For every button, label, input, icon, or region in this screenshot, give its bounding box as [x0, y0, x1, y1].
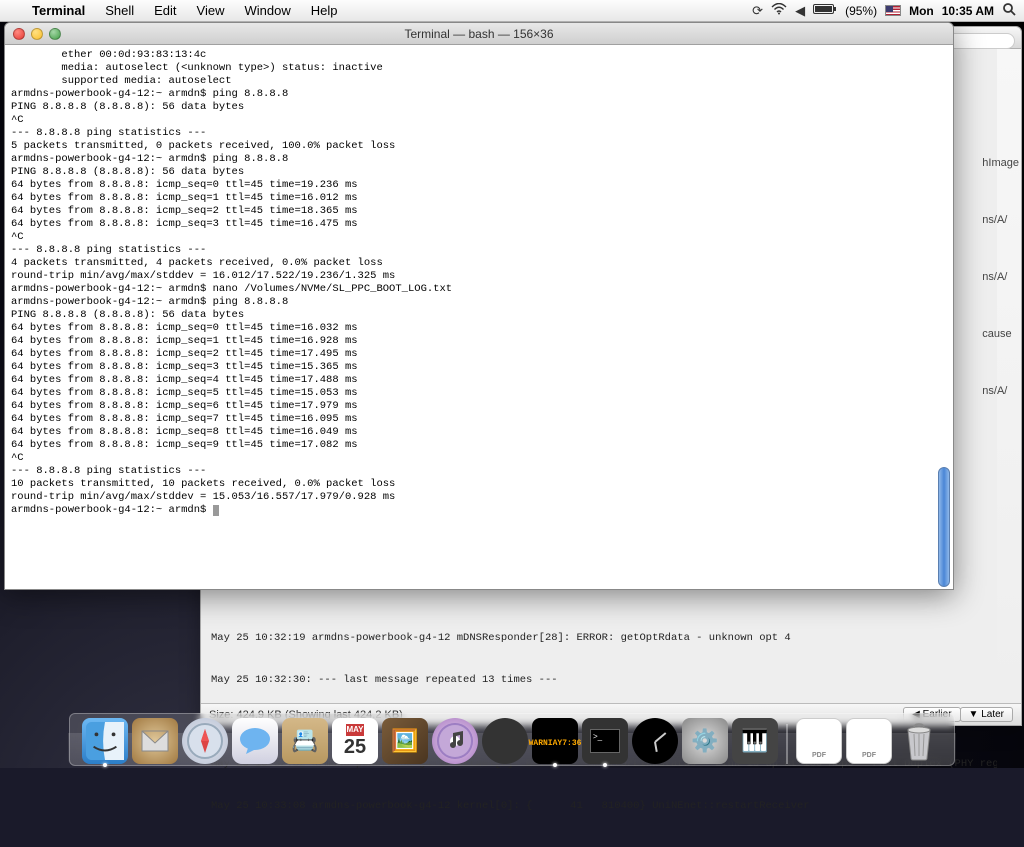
battery-text: (95%) — [845, 4, 877, 18]
menu-app[interactable]: Terminal — [22, 3, 95, 18]
dock-addressbook[interactable]: 📇 — [282, 718, 328, 764]
dock-document-2[interactable]: PDF — [846, 718, 892, 764]
terminal-line: 64 bytes from 8.8.8.8: icmp_seq=1 ttl=45… — [11, 335, 947, 348]
terminal-line: media: autoselect (<unknown type>) statu… — [11, 62, 947, 75]
menu-edit[interactable]: Edit — [144, 3, 186, 18]
terminal-line: PING 8.8.8.8 (8.8.8.8): 56 data bytes — [11, 166, 947, 179]
dock-itunes[interactable] — [432, 718, 478, 764]
terminal-line: 64 bytes from 8.8.8.8: icmp_seq=3 ttl=45… — [11, 218, 947, 231]
dock-document-1[interactable]: PDF — [796, 718, 842, 764]
terminal-line: armdns-powerbook-g4-12:~ armdn$ — [11, 504, 947, 517]
terminal-line: armdns-powerbook-g4-12:~ armdn$ ping 8.8… — [11, 296, 947, 309]
terminal-line: 64 bytes from 8.8.8.8: icmp_seq=6 ttl=45… — [11, 400, 947, 413]
terminal-line: PING 8.8.8.8 (8.8.8.8): 56 data bytes — [11, 309, 947, 322]
clock-day[interactable]: Mon — [909, 4, 934, 18]
later-button[interactable]: ▼ Later — [960, 707, 1013, 722]
terminal-line: armdns-powerbook-g4-12:~ armdn$ nano /Vo… — [11, 283, 947, 296]
terminal-titlebar[interactable]: Terminal — bash — 156×36 — [5, 23, 953, 45]
terminal-line: --- 8.8.8.8 ping statistics --- — [11, 465, 947, 478]
terminal-content[interactable]: ether 00:0d:93:83:13:4c media: autoselec… — [5, 45, 953, 589]
dock-ichat[interactable] — [232, 718, 278, 764]
time-machine-icon[interactable]: ⟳ — [752, 3, 763, 19]
dock: 📇 MAY 25 🖼️ WARNIAY7:36 >_ ⚙️ 🎹 PDF PDF — [69, 713, 955, 766]
terminal-line: round-trip min/avg/max/stddev = 15.053/1… — [11, 491, 947, 504]
dock-separator — [786, 724, 788, 764]
menu-window[interactable]: Window — [235, 3, 301, 18]
terminal-line: 64 bytes from 8.8.8.8: icmp_seq=0 ttl=45… — [11, 322, 947, 335]
terminal-line: --- 8.8.8.8 ping statistics --- — [11, 127, 947, 140]
dock-terminal[interactable]: >_ — [582, 718, 628, 764]
terminal-title: Terminal — bash — 156×36 — [5, 27, 953, 41]
dock-preview[interactable]: 🖼️ — [382, 718, 428, 764]
terminal-line: armdns-powerbook-g4-12:~ armdn$ ping 8.8… — [11, 153, 947, 166]
dock-mail[interactable] — [132, 718, 178, 764]
terminal-line: 64 bytes from 8.8.8.8: icmp_seq=4 ttl=45… — [11, 374, 947, 387]
terminal-line: 64 bytes from 8.8.8.8: icmp_seq=7 ttl=45… — [11, 413, 947, 426]
console-side-labels: hImage ns/A/ ns/A/ cause ns/A/ — [982, 157, 1019, 442]
terminal-window[interactable]: Terminal — bash — 156×36 ether 00:0d:93:… — [4, 22, 954, 590]
terminal-line: ^C — [11, 114, 947, 127]
terminal-line: 64 bytes from 8.8.8.8: icmp_seq=8 ttl=45… — [11, 426, 947, 439]
terminal-line: 5 packets transmitted, 0 packets receive… — [11, 140, 947, 153]
battery-icon[interactable] — [813, 3, 837, 18]
scroll-thumb[interactable] — [938, 467, 950, 587]
terminal-line: ether 00:0d:93:83:13:4c — [11, 49, 947, 62]
menu-view[interactable]: View — [187, 3, 235, 18]
terminal-line: 64 bytes from 8.8.8.8: icmp_seq=2 ttl=45… — [11, 205, 947, 218]
terminal-line: round-trip min/avg/max/stddev = 16.012/1… — [11, 270, 947, 283]
terminal-line: --- 8.8.8.8 ping statistics --- — [11, 244, 947, 257]
menubar: Terminal Shell Edit View Window Help ⟳ ◀… — [0, 0, 1024, 22]
terminal-line: 64 bytes from 8.8.8.8: icmp_seq=3 ttl=45… — [11, 361, 947, 374]
dock-safari[interactable] — [182, 718, 228, 764]
volume-icon[interactable]: ◀ — [795, 3, 805, 19]
terminal-line: supported media: autoselect — [11, 75, 947, 88]
menu-shell[interactable]: Shell — [95, 3, 144, 18]
terminal-line: 64 bytes from 8.8.8.8: icmp_seq=2 ttl=45… — [11, 348, 947, 361]
wifi-icon[interactable] — [771, 3, 787, 18]
dock-ical[interactable]: MAY 25 — [332, 718, 378, 764]
dock-geektool[interactable]: WARNIAY7:36 — [532, 718, 578, 764]
dock-trash[interactable] — [896, 718, 942, 764]
terminal-line: ^C — [11, 231, 947, 244]
terminal-line: armdns-powerbook-g4-12:~ armdn$ ping 8.8… — [11, 88, 947, 101]
dock-finder[interactable] — [82, 718, 128, 764]
menu-help[interactable]: Help — [301, 3, 348, 18]
terminal-line: 10 packets transmitted, 10 packets recei… — [11, 478, 947, 491]
dock-timemachine[interactable] — [632, 718, 678, 764]
terminal-line: 64 bytes from 8.8.8.8: icmp_seq=0 ttl=45… — [11, 179, 947, 192]
terminal-line: 64 bytes from 8.8.8.8: icmp_seq=9 ttl=45… — [11, 439, 947, 452]
terminal-line: 64 bytes from 8.8.8.8: icmp_seq=1 ttl=45… — [11, 192, 947, 205]
input-flag-icon[interactable] — [885, 5, 901, 16]
spotlight-icon[interactable] — [1002, 2, 1016, 19]
dock-dashboard[interactable] — [482, 718, 528, 764]
terminal-line: 4 packets transmitted, 4 packets receive… — [11, 257, 947, 270]
clock-time[interactable]: 10:35 AM — [942, 4, 994, 18]
terminal-line: ^C — [11, 452, 947, 465]
terminal-line: PING 8.8.8.8 (8.8.8.8): 56 data bytes — [11, 101, 947, 114]
dock-sysprefs[interactable]: ⚙️ — [682, 718, 728, 764]
terminal-line: 64 bytes from 8.8.8.8: icmp_seq=5 ttl=45… — [11, 387, 947, 400]
terminal-scrollbar[interactable] — [937, 47, 951, 587]
dock-audiomidi[interactable]: 🎹 — [732, 718, 778, 764]
